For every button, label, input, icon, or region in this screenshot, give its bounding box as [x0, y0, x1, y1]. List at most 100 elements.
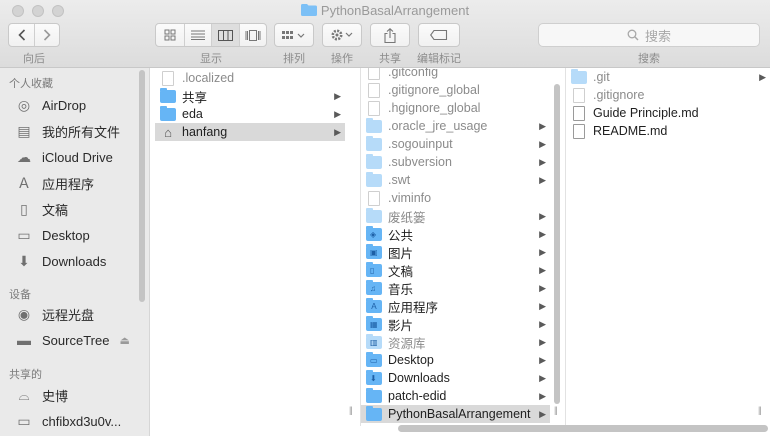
eject-icon[interactable]: ⏏ — [119, 334, 129, 347]
window-title: PythonBasalArrangement — [0, 3, 770, 18]
column-2-scrollbar[interactable] — [554, 84, 560, 404]
folder-row[interactable]: ▣ 图片 ▶ — [361, 243, 550, 261]
folder-row[interactable]: ⌂ hanfang ▶ — [155, 123, 345, 141]
column-1-resize-handle[interactable]: || — [349, 405, 353, 415]
folder-row[interactable]: 废纸篓 ▶ — [361, 207, 550, 225]
icon-view-button[interactable] — [156, 24, 184, 46]
folder-row[interactable]: Ａ 应用程序 ▶ — [361, 297, 550, 315]
folder-row[interactable]: 共享 ▶ — [155, 87, 345, 105]
view-mode-control — [155, 23, 267, 47]
folder-row[interactable]: .git ▶ — [566, 68, 770, 86]
file-row[interactable]: .gitignore — [566, 86, 770, 104]
share-icon — [384, 27, 396, 43]
file-row[interactable]: .localized — [155, 69, 345, 87]
folder-icon — [571, 68, 587, 84]
file-row[interactable]: .gitignore_global — [361, 81, 550, 99]
documents-icon: ▯ — [20, 200, 28, 217]
toolbar: PythonBasalArrangement 向后 显示 排列 操作 共享 编辑… — [0, 0, 770, 68]
sidebar-item[interactable]: ◉ 远程光盘 — [14, 302, 94, 326]
disclosure-arrow-icon: ▶ — [539, 336, 546, 347]
back-forward-label: 向后 — [23, 53, 45, 65]
sidebar-item[interactable]: ▭ chfibxd3u0v... — [14, 409, 121, 433]
sidebar-item[interactable]: ⌓ 史博 — [14, 383, 68, 407]
file-row[interactable]: .viminfo — [361, 189, 550, 207]
folder-icon — [366, 135, 382, 151]
disclosure-arrow-icon: ▶ — [334, 90, 341, 101]
edit-tags-button[interactable] — [418, 23, 460, 47]
folder-row[interactable]: patch-edid ▶ — [361, 387, 550, 405]
file-row[interactable]: .hgignore_global — [361, 99, 550, 117]
file-row[interactable]: README.md — [566, 122, 770, 140]
sidebar-item[interactable]: ▯ 文稿 — [14, 197, 68, 221]
arrange-button[interactable] — [274, 23, 314, 47]
disclosure-arrow-icon: ▶ — [539, 318, 546, 329]
item-name: 影片 — [388, 318, 414, 333]
folder-row[interactable]: .swt ▶ — [361, 171, 550, 189]
file-icon — [368, 68, 380, 80]
item-name: .gitconfig — [388, 68, 439, 79]
folder-row[interactable]: ▦ 影片 ▶ — [361, 315, 550, 333]
network-icon: ⌓ — [18, 386, 30, 403]
folder-row[interactable]: .subversion ▶ — [361, 153, 550, 171]
sidebar-item-label: 应用程序 — [42, 176, 95, 192]
sidebar-item[interactable]: ◎ AirDrop — [14, 93, 86, 117]
back-button[interactable] — [9, 24, 34, 46]
folder-icon — [366, 405, 382, 421]
search-field[interactable]: 搜索 — [538, 23, 760, 47]
folder-row[interactable]: ⬇ Downloads ▶ — [361, 369, 550, 387]
sidebar-item[interactable]: ⬇ Downloads — [14, 249, 106, 273]
sidebar-item-label: 我的所有文件 — [42, 124, 121, 140]
folder-row[interactable]: .oracle_jre_usage ▶ — [361, 117, 550, 135]
folder-icon: ▦ — [366, 315, 382, 331]
folder-row[interactable]: ♫ 音乐 ▶ — [361, 279, 550, 297]
gallery-view-button[interactable] — [239, 24, 266, 46]
sidebar-scrollbar[interactable] — [139, 70, 145, 302]
folder-row[interactable]: eda ▶ — [155, 105, 345, 123]
share-button[interactable] — [370, 23, 410, 47]
disclosure-arrow-icon: ▶ — [539, 246, 546, 257]
folder-row[interactable]: ▥ 资源库 ▶ — [361, 333, 550, 351]
column-3-resize-handle[interactable]: || — [758, 405, 762, 415]
sidebar-item[interactable]: ▬ SourceTree ⏏ — [14, 328, 130, 352]
file-row[interactable]: Guide Principle.md — [566, 104, 770, 122]
horizontal-scrollbar[interactable] — [398, 425, 768, 432]
item-name: Guide Principle.md — [593, 106, 699, 120]
item-name: 图片 — [388, 246, 414, 261]
applications-icon: Ａ — [17, 175, 31, 191]
action-button[interactable] — [322, 23, 362, 47]
item-name: patch-edid — [388, 389, 447, 403]
folder-row[interactable]: ▭ Desktop ▶ — [361, 351, 550, 369]
column-view-button[interactable] — [211, 24, 240, 46]
file-icon — [573, 105, 585, 121]
disclosure-arrow-icon: ▶ — [539, 138, 546, 149]
file-row[interactable]: .gitconfig — [361, 68, 550, 81]
folder-icon: ▭ — [366, 351, 382, 367]
folder-row[interactable]: PythonBasalArrangement ▶ — [361, 405, 550, 423]
folder-row[interactable]: ◈ 公共 ▶ — [361, 225, 550, 243]
disclosure-arrow-icon: ▶ — [539, 228, 546, 239]
item-name: 废纸篓 — [388, 210, 426, 225]
folder-row[interactable]: ▯ 文稿 ▶ — [361, 261, 550, 279]
sidebar: 个人收藏 设备 共享的 ◎ AirDrop ▤ 我的所有文件 ☁ iCloud Drive… — [0, 68, 150, 436]
item-name: .subversion — [388, 155, 452, 169]
item-name: .oracle_jre_usage — [388, 119, 488, 133]
search-label: 搜索 — [638, 53, 660, 65]
list-icon — [191, 30, 206, 40]
sidebar-item-label: Downloads — [42, 253, 107, 269]
folder-icon: ⬇ — [366, 369, 382, 385]
column-2-resize-handle[interactable]: || — [554, 405, 558, 415]
forward-button[interactable] — [34, 24, 59, 46]
item-name: README.md — [593, 124, 668, 138]
sidebar-item[interactable]: Ａ 应用程序 — [14, 171, 94, 195]
disclosure-arrow-icon: ▶ — [539, 174, 546, 185]
folder-icon — [160, 87, 176, 103]
sidebar-item[interactable]: ▭ Desktop — [14, 223, 89, 247]
sidebar-item-label: chfibxd3u0v... — [42, 413, 122, 429]
sidebar-item-label: iCloud Drive — [42, 149, 113, 165]
column-3: .git ▶ .gitignore Guide Principle.md README.… — [565, 68, 770, 426]
list-view-button[interactable] — [183, 24, 212, 46]
sidebar-item[interactable]: ☁ iCloud Drive — [14, 145, 113, 169]
folder-row[interactable]: .sogouinput ▶ — [361, 135, 550, 153]
file-icon — [573, 87, 585, 103]
sidebar-item[interactable]: ▤ 我的所有文件 — [14, 119, 120, 143]
